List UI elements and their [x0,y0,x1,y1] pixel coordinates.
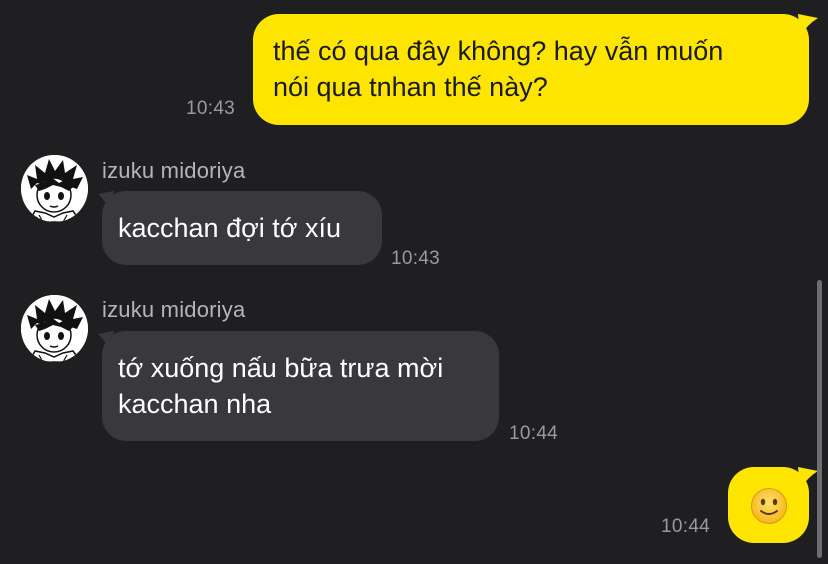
sender-name: izuku midoriya [102,158,246,183]
message-timestamp: 10:44 [509,423,559,444]
message-timestamp: 10:43 [186,98,236,119]
avatar-image [21,155,88,222]
message-bubble[interactable]: kacchan đợi tớ xíu [102,191,382,265]
message-bubble[interactable]: thế có qua đây không? hay vẫn muốn nói q… [253,14,809,125]
message-timestamp: 10:43 [391,248,441,269]
message-timestamp: 10:44 [661,516,711,537]
sender-name: izuku midoriya [102,297,246,322]
avatar[interactable] [21,295,88,362]
message-bubble[interactable]: tớ xuống nấu bữa trưa mời kacchan nha [102,331,499,441]
chat-message-list[interactable]: 10:43 thế có qua đây không? hay vẫn muốn… [0,0,828,564]
avatar-image [21,295,88,362]
slightly-smiling-face-icon [751,488,787,524]
scrollbar[interactable] [817,280,822,558]
avatar[interactable] [21,155,88,222]
